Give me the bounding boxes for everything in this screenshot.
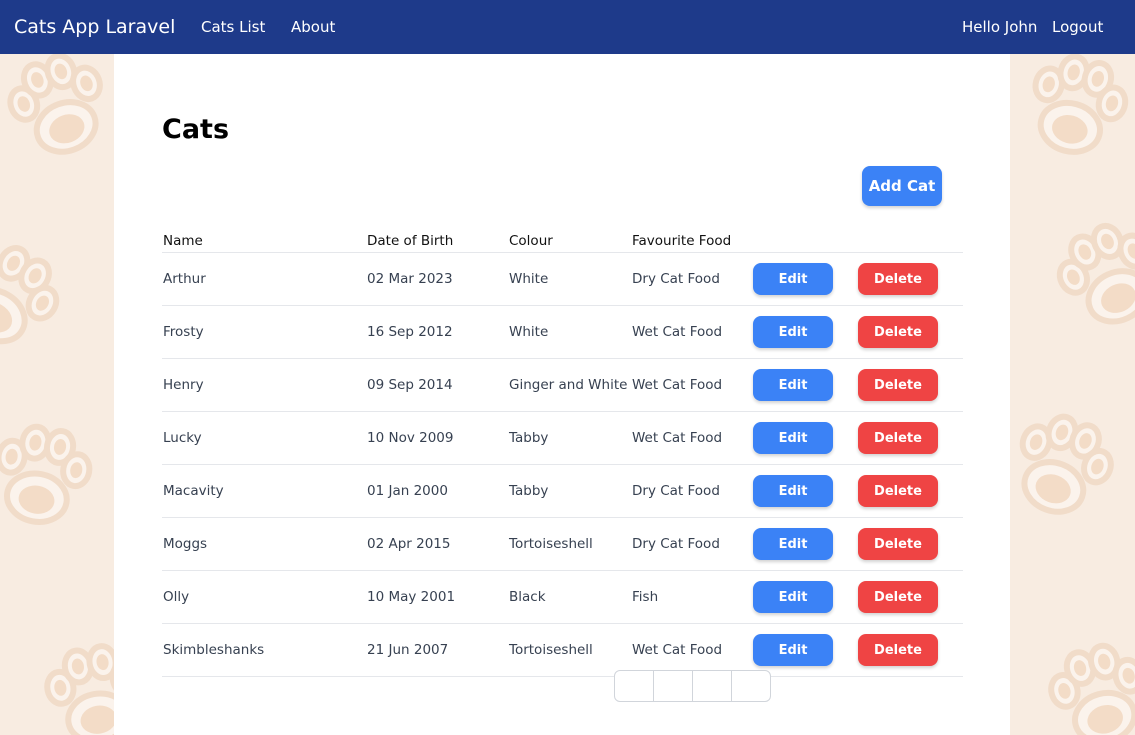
cat-name-cell: Henry xyxy=(163,377,204,393)
edit-button[interactable]: Edit xyxy=(753,316,833,348)
delete-button[interactable]: Delete xyxy=(858,369,938,401)
cat-dob-cell: 16 Sep 2012 xyxy=(367,324,453,340)
edit-button[interactable]: Edit xyxy=(753,634,833,666)
delete-button[interactable]: Delete xyxy=(858,263,938,295)
cat-colour-cell: Ginger and White xyxy=(509,377,628,393)
pagination-item[interactable] xyxy=(614,670,654,702)
cat-colour-cell: Black xyxy=(509,589,546,605)
edit-button[interactable]: Edit xyxy=(753,528,833,560)
pagination-item[interactable] xyxy=(731,670,771,702)
cat-name-cell: Macavity xyxy=(163,483,224,499)
delete-button[interactable]: Delete xyxy=(858,634,938,666)
table-row: Lucky 10 Nov 2009 Tabby Wet Cat Food Edit Del… xyxy=(162,412,963,465)
cat-dob-cell: 10 May 2001 xyxy=(367,589,456,605)
add-cat-button[interactable]: Add Cat xyxy=(862,166,942,206)
edit-button[interactable]: Edit xyxy=(753,581,833,613)
cat-name-cell: Lucky xyxy=(163,430,202,446)
table-row: Henry 09 Sep 2014 Ginger and White Wet Cat … xyxy=(162,359,963,412)
column-header-date-of-birth: Date of Birth xyxy=(367,233,454,249)
cat-colour-cell: Tortoiseshell xyxy=(509,642,593,658)
column-header-favourite-food: Favourite Food xyxy=(632,233,732,249)
column-header-name: Name xyxy=(163,233,203,249)
cat-food-cell: Dry Cat Food xyxy=(632,271,720,287)
table-row: Moggs 02 Apr 2015 Tortoiseshell Dry Cat Foo… xyxy=(162,518,963,571)
cat-colour-cell: Tortoiseshell xyxy=(509,536,593,552)
table-body: Arthur 02 Mar 2023 White Dry Cat Food Edit De… xyxy=(162,253,963,677)
pagination-item[interactable] xyxy=(692,670,732,702)
user-greeting: Hello John xyxy=(962,18,1038,36)
cats-table: Name Date of Birth Colour Favourite Food… xyxy=(162,230,963,677)
table-row: Skimbleshanks 21 Jun 2007 Tortoiseshell Wet… xyxy=(162,624,963,677)
cat-dob-cell: 10 Nov 2009 xyxy=(367,430,454,446)
table-row: Olly 10 May 2001 Black Fish Edit Delete xyxy=(162,571,963,624)
delete-button[interactable]: Delete xyxy=(858,316,938,348)
cat-food-cell: Dry Cat Food xyxy=(632,536,720,552)
table-header-row: Name Date of Birth Colour Favourite Food xyxy=(162,230,963,253)
cat-name-cell: Frosty xyxy=(163,324,204,340)
edit-button[interactable]: Edit xyxy=(753,422,833,454)
nav-link-about[interactable]: About xyxy=(291,16,335,38)
table-row: Frosty 16 Sep 2012 White Wet Cat Food Edit De… xyxy=(162,306,963,359)
cat-dob-cell: 01 Jan 2000 xyxy=(367,483,448,499)
cat-colour-cell: Tabby xyxy=(509,483,549,499)
cat-colour-cell: White xyxy=(509,271,549,287)
cat-name-cell: Olly xyxy=(163,589,190,605)
edit-button[interactable]: Edit xyxy=(753,475,833,507)
cat-colour-cell: White xyxy=(509,324,549,340)
cat-name-cell: Skimbleshanks xyxy=(163,642,265,658)
cat-colour-cell: Tabby xyxy=(509,430,549,446)
edit-button[interactable]: Edit xyxy=(753,263,833,295)
cat-food-cell: Wet Cat Food xyxy=(632,324,723,340)
pagination xyxy=(614,670,771,702)
table-row: Macavity 01 Jan 2000 Tabby Dry Cat Food Edit… xyxy=(162,465,963,518)
delete-button[interactable]: Delete xyxy=(858,528,938,560)
cat-dob-cell: 02 Mar 2023 xyxy=(367,271,453,287)
cat-food-cell: Wet Cat Food xyxy=(632,642,723,658)
cat-dob-cell: 21 Jun 2007 xyxy=(367,642,449,658)
cat-food-cell: Fish xyxy=(632,589,659,605)
column-header-colour: Colour xyxy=(509,233,553,249)
delete-button[interactable]: Delete xyxy=(858,475,938,507)
main-content-card: Cats Add Cat Name Date of Birth Colour F… xyxy=(114,54,1010,735)
delete-button[interactable]: Delete xyxy=(858,581,938,613)
delete-button[interactable]: Delete xyxy=(858,422,938,454)
pagination-item[interactable] xyxy=(653,670,693,702)
top-navbar: Cats App Laravel Cats List About Hello J… xyxy=(0,0,1135,54)
cat-name-cell: Moggs xyxy=(163,536,208,552)
table-row: Arthur 02 Mar 2023 White Dry Cat Food Edit De… xyxy=(162,253,963,306)
nav-link-cats-list[interactable]: Cats List xyxy=(201,16,265,38)
brand-link[interactable]: Cats App Laravel xyxy=(14,14,175,40)
cat-food-cell: Wet Cat Food xyxy=(632,377,723,393)
cat-name-cell: Arthur xyxy=(163,271,206,287)
logout-link[interactable]: Logout xyxy=(1052,16,1103,38)
page-title: Cats xyxy=(162,114,230,145)
cat-food-cell: Wet Cat Food xyxy=(632,430,723,446)
cat-dob-cell: 02 Apr 2015 xyxy=(367,536,451,552)
cat-dob-cell: 09 Sep 2014 xyxy=(367,377,453,393)
edit-button[interactable]: Edit xyxy=(753,369,833,401)
cat-food-cell: Dry Cat Food xyxy=(632,483,720,499)
